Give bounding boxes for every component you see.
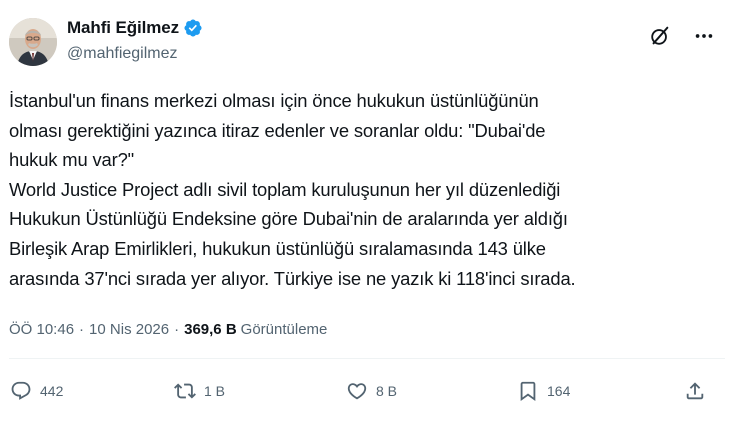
grok-icon[interactable] (647, 23, 673, 49)
divider (9, 358, 725, 359)
share-button[interactable] (684, 380, 706, 402)
share-icon (686, 382, 704, 400)
views-count: 369,6 B (184, 321, 237, 338)
author-name-row: Mahfi Eğilmez (67, 18, 203, 38)
tweet-time[interactable]: ÖÖ 10:46 (9, 321, 74, 338)
retweet-icon (174, 383, 196, 399)
retweet-count: 1 B (204, 383, 226, 399)
retweet-button[interactable]: 1 B (174, 380, 225, 402)
meta-separator: · (174, 321, 180, 338)
reply-button[interactable]: 442 (10, 380, 63, 402)
bookmark-icon (520, 381, 536, 402)
header-actions (647, 23, 717, 49)
author-handle[interactable]: @mahfiegilmez (67, 45, 178, 63)
bookmark-button[interactable]: 164 (517, 380, 570, 402)
like-button[interactable]: 8 B (346, 380, 397, 402)
avatar-image (9, 18, 57, 66)
tweet-meta: ÖÖ 10:46 · 10 Nis 2026 · 369,6 B Görüntü… (9, 321, 327, 338)
views-label: Görüntüleme (240, 321, 328, 338)
like-count: 8 B (376, 383, 398, 399)
tweet-card: Mahfi Eğilmez @mahfiegilmez İstanbul'un … (0, 0, 734, 422)
bookmark-count: 164 (547, 383, 571, 399)
tweet-text: İstanbul'un finans merkezi olması için ö… (9, 90, 576, 289)
tweet-actions-bar: 442 1 B 8 B 164 (10, 380, 716, 414)
reply-count: 442 (40, 383, 64, 399)
tweet-header: Mahfi Eğilmez @mahfiegilmez (9, 14, 725, 70)
reply-icon (11, 381, 31, 400)
meta-separator: · (79, 321, 85, 338)
verified-badge-icon[interactable] (183, 18, 203, 38)
heart-icon (347, 383, 367, 400)
more-icon[interactable] (691, 23, 717, 49)
avatar[interactable] (9, 18, 57, 66)
author-name[interactable]: Mahfi Eğilmez (67, 18, 179, 38)
tweet-date[interactable]: 10 Nis 2026 (89, 321, 169, 338)
